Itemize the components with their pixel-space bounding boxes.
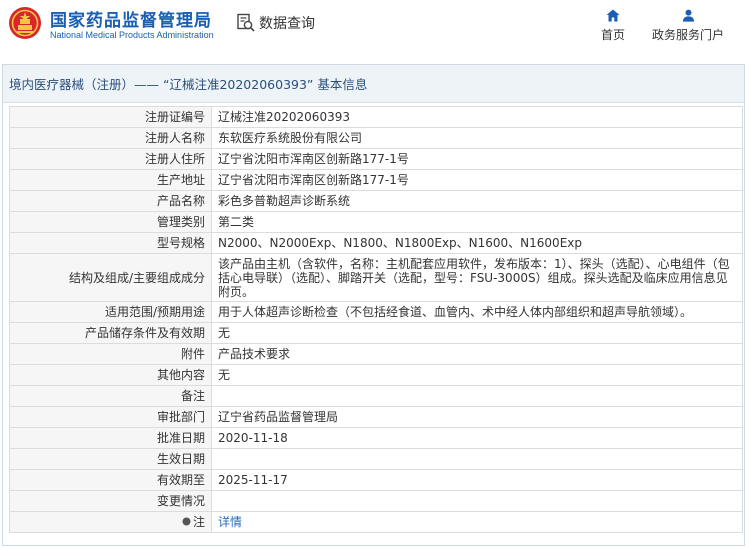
field-value: 2020-11-18 xyxy=(211,427,743,449)
field-label: 注册人名称 xyxy=(9,127,212,149)
nav-home[interactable]: 首页 xyxy=(598,9,628,43)
field-value: 东软医疗系统股份有限公司 xyxy=(211,127,743,149)
data-query-label: 数据查询 xyxy=(259,16,315,32)
field-value xyxy=(211,490,743,512)
note-label: 注 xyxy=(182,515,205,529)
table-row: 附件 产品技术要求 xyxy=(9,343,743,365)
table-row: 变更情况 xyxy=(9,490,743,512)
field-label: 产品储存条件及有效期 xyxy=(9,322,212,344)
field-value: 2025-11-17 xyxy=(211,469,743,491)
field-label: 变更情况 xyxy=(9,490,212,512)
table-row: 管理类别 第二类 xyxy=(9,211,743,233)
field-label: 注册证编号 xyxy=(9,106,212,128)
field-label: 管理类别 xyxy=(9,211,212,233)
table-row: 适用范围/预期用途 用于人体超声诊断检查（不包括经食道、血管内、术中经人体内部组… xyxy=(9,301,743,323)
field-value: N2000、N2000Exp、N1800、N1800Exp、N1600、N160… xyxy=(211,232,743,254)
data-query-link[interactable]: 数据查询 xyxy=(236,12,315,34)
field-label: 批准日期 xyxy=(9,427,212,449)
field-label: 注册人住所 xyxy=(9,148,212,170)
table-row: 注册证编号 辽械注准20202060393 xyxy=(9,106,743,128)
page-title: 境内医疗器械（注册）—— “辽械注准20202060393” 基本信息 xyxy=(9,77,368,92)
field-label: 型号规格 xyxy=(9,232,212,254)
field-label: 有效期至 xyxy=(9,469,212,491)
table-row: 其他内容 无 xyxy=(9,364,743,386)
table-row: 注册人住所 辽宁省沈阳市浑南区创新路177-1号 xyxy=(9,148,743,170)
table-row: 备注 xyxy=(9,385,743,407)
field-label: 其他内容 xyxy=(9,364,212,386)
note-value-cell: 详情 xyxy=(211,511,743,533)
field-value: 彩色多普勒超声诊断系统 xyxy=(211,190,743,212)
table-row: 生效日期 xyxy=(9,448,743,470)
field-value xyxy=(211,385,743,407)
field-label: 适用范围/预期用途 xyxy=(9,301,212,323)
field-label: 生效日期 xyxy=(9,448,212,470)
table-row: 批准日期 2020-11-18 xyxy=(9,427,743,449)
brand-name-cn[interactable]: 国家药品监督管理局 xyxy=(50,6,212,31)
detail-title-bar: 境内医疗器械（注册）—— “辽械注准20202060393” 基本信息 xyxy=(3,65,744,103)
field-value: 无 xyxy=(211,322,743,344)
field-value: 辽械注准20202060393 xyxy=(211,106,743,128)
table-row: 生产地址 辽宁省沈阳市浑南区创新路177-1号 xyxy=(9,169,743,191)
field-value: 无 xyxy=(211,364,743,386)
field-value: 辽宁省沈阳市浑南区创新路177-1号 xyxy=(211,148,743,170)
detail-card: 境内医疗器械（注册）—— “辽械注准20202060393” 基本信息 注册证编… xyxy=(2,64,745,546)
field-value: 第二类 xyxy=(211,211,743,233)
nav-service-portal[interactable]: 政务服务门户 xyxy=(650,9,726,43)
note-label-text: 注 xyxy=(192,514,205,529)
nav-service-label: 政务服务门户 xyxy=(651,28,724,42)
field-value: 辽宁省沈阳市浑南区创新路177-1号 xyxy=(211,169,743,191)
table-row: 型号规格 N2000、N2000Exp、N1800、N1800Exp、N1600… xyxy=(9,232,743,254)
home-icon xyxy=(606,9,620,22)
table-row: 注册人名称 东软医疗系统股份有限公司 xyxy=(9,127,743,149)
table-row: 产品储存条件及有效期 无 xyxy=(9,322,743,344)
table-row: 有效期至 2025-11-17 xyxy=(9,469,743,491)
field-value: 用于人体超声诊断检查（不包括经食道、血管内、术中经人体内部组织和超声导航领域）。 xyxy=(211,301,743,323)
table-row: 注 详情 xyxy=(9,511,743,533)
field-label: 审批部门 xyxy=(9,406,212,428)
field-value: 产品技术要求 xyxy=(211,343,743,365)
site-header: 国家药品监督管理局 National Medical Products Admi… xyxy=(0,0,747,58)
info-dot-icon xyxy=(182,517,191,526)
note-label-cell: 注 xyxy=(9,511,212,533)
search-document-icon xyxy=(237,13,255,32)
details-link[interactable]: 详情 xyxy=(218,515,242,529)
field-value xyxy=(211,448,743,470)
user-icon xyxy=(682,9,694,22)
detail-table: 注册证编号 辽械注准20202060393 注册人名称 东软医疗系统股份有限公司… xyxy=(9,106,743,533)
field-label: 生产地址 xyxy=(9,169,212,191)
field-label: 备注 xyxy=(9,385,212,407)
field-label: 结构及组成/主要组成成分 xyxy=(9,253,212,302)
table-row: 审批部门 辽宁省药品监督管理局 xyxy=(9,406,743,428)
field-value: 辽宁省药品监督管理局 xyxy=(211,406,743,428)
nmpa-logo-icon[interactable] xyxy=(8,6,42,40)
brand-name-en[interactable]: National Medical Products Administration xyxy=(50,30,214,40)
table-row: 结构及组成/主要组成成分 该产品由主机（含软件，名称：主机配套应用软件，发布版本… xyxy=(9,253,743,302)
nav-home-label: 首页 xyxy=(600,28,625,42)
field-label: 附件 xyxy=(9,343,212,365)
field-label: 产品名称 xyxy=(9,190,212,212)
field-value: 该产品由主机（含软件，名称：主机配套应用软件，发布版本：1）、探头（选配）、心电… xyxy=(211,253,743,302)
table-row: 产品名称 彩色多普勒超声诊断系统 xyxy=(9,190,743,212)
